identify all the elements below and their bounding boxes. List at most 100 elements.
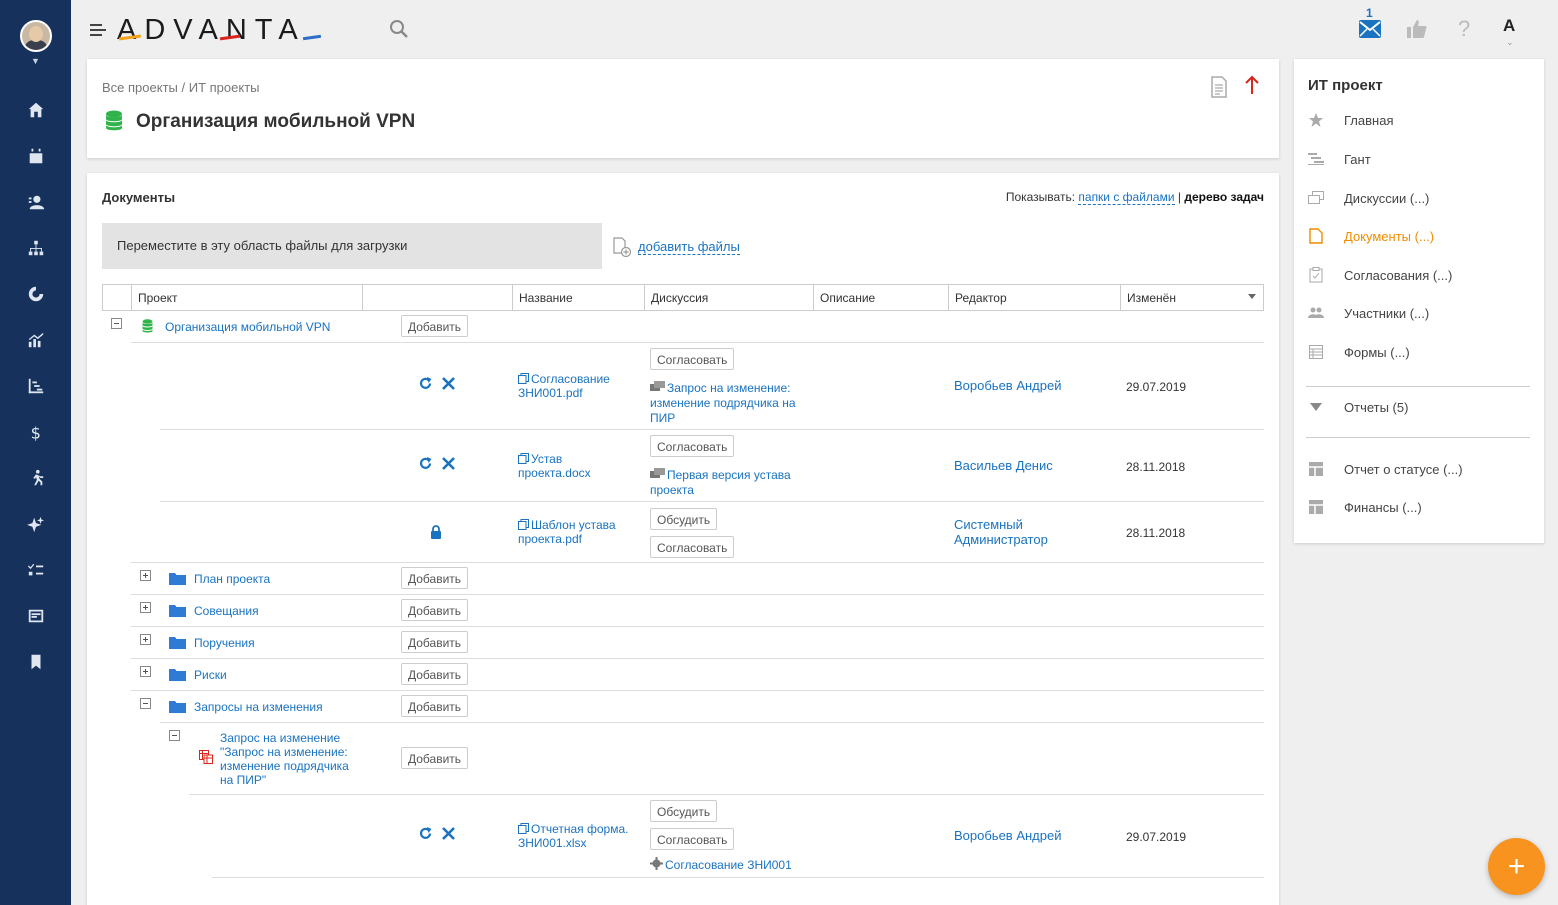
folder-link[interactable]: Риски bbox=[194, 668, 227, 682]
add-files-button[interactable]: добавить файлы bbox=[612, 237, 740, 257]
news-icon[interactable] bbox=[25, 605, 47, 627]
discuss-button[interactable]: Обсудить bbox=[650, 508, 718, 530]
arrow-up-icon[interactable] bbox=[1244, 75, 1260, 98]
expand-folder-toggle[interactable] bbox=[140, 666, 151, 677]
editor-link[interactable]: Системный Администратор bbox=[954, 517, 1094, 547]
grid-col-name[interactable]: Название bbox=[513, 285, 645, 310]
sort-caret-icon[interactable] bbox=[1248, 294, 1256, 299]
refresh-icon[interactable] bbox=[418, 376, 433, 391]
grid-col-modified[interactable]: Изменён bbox=[1121, 285, 1263, 310]
menu-item-documents[interactable]: Документы (...) bbox=[1308, 228, 1434, 244]
menu-item-reports[interactable]: Отчеты (5) bbox=[1308, 399, 1408, 415]
grid-col-discussion[interactable]: Дискуссия bbox=[645, 285, 814, 310]
menu-item-approvals[interactable]: Согласования (...) bbox=[1308, 267, 1452, 283]
delete-icon[interactable] bbox=[441, 826, 456, 841]
collapse-request-toggle[interactable] bbox=[169, 730, 180, 741]
home-icon[interactable] bbox=[25, 99, 47, 121]
add-button[interactable]: Добавить bbox=[401, 747, 469, 769]
bookmark-icon[interactable] bbox=[25, 651, 47, 673]
view-tree-link[interactable]: дерево задач bbox=[1184, 190, 1264, 204]
add-button[interactable]: Добавить bbox=[401, 599, 469, 621]
approve-button[interactable]: Согласовать bbox=[650, 828, 735, 850]
row-divider bbox=[212, 877, 1264, 878]
analytics-icon[interactable] bbox=[25, 329, 47, 351]
folder-link[interactable]: Поручения bbox=[194, 636, 255, 650]
change-request-link[interactable]: Запрос на изменение "Запрос на изменение… bbox=[220, 731, 365, 787]
delete-icon[interactable] bbox=[441, 376, 456, 391]
menu-item-participants[interactable]: Участники (...) bbox=[1308, 305, 1429, 321]
discussion-link[interactable]: Запрос на изменение: изменение подрядчик… bbox=[650, 381, 810, 426]
runner-icon[interactable] bbox=[25, 467, 47, 489]
user-avatar[interactable] bbox=[20, 20, 52, 52]
grid-col-description[interactable]: Описание bbox=[814, 285, 949, 310]
breadcrumb-it-projects[interactable]: ИТ проекты bbox=[189, 80, 260, 95]
menu-item-status-report[interactable]: Отчет о статусе (...) bbox=[1308, 461, 1463, 477]
collapse-folder-toggle[interactable] bbox=[140, 698, 151, 709]
structure-icon[interactable] bbox=[25, 237, 47, 259]
editor-link[interactable]: Воробьев Андрей bbox=[954, 378, 1062, 393]
file-link[interactable]: Отчетная форма. ЗНИ001.xlsx bbox=[518, 822, 638, 850]
contacts-icon[interactable] bbox=[25, 191, 47, 213]
refresh-icon[interactable] bbox=[418, 826, 433, 841]
folder-link[interactable]: План проекта bbox=[194, 572, 270, 586]
gantt-chart-icon[interactable] bbox=[25, 375, 47, 397]
add-button[interactable]: Добавить bbox=[401, 695, 469, 717]
file-link[interactable]: Шаблон устава проекта.pdf bbox=[518, 518, 633, 546]
add-button[interactable]: Добавить bbox=[401, 631, 469, 653]
delete-icon[interactable] bbox=[441, 456, 456, 471]
folder-link[interactable]: Совещания bbox=[194, 604, 259, 618]
search-icon[interactable] bbox=[389, 19, 409, 39]
file-link[interactable]: Согласование ЗНИ001.pdf bbox=[518, 372, 633, 400]
expand-folder-toggle[interactable] bbox=[140, 570, 151, 581]
calendar-icon[interactable] bbox=[25, 145, 47, 167]
discuss-button[interactable]: Обсудить bbox=[650, 800, 718, 822]
menu-item-gantt[interactable]: Гант bbox=[1308, 151, 1371, 167]
view-folders-link[interactable]: папки с файлами bbox=[1078, 190, 1175, 205]
grid-col-project[interactable]: Проект bbox=[132, 285, 363, 310]
menu-toggle-icon[interactable] bbox=[90, 24, 106, 36]
document-export-icon[interactable] bbox=[1210, 76, 1228, 101]
menu-item-forms[interactable]: Формы (...) bbox=[1308, 344, 1410, 360]
task-list-icon[interactable] bbox=[25, 559, 47, 581]
help-icon[interactable]: ? bbox=[1458, 16, 1470, 42]
folder-link[interactable]: Запросы на изменения bbox=[194, 700, 323, 714]
refresh-icon[interactable] bbox=[418, 456, 433, 471]
people-icon bbox=[1308, 305, 1324, 321]
menu-item-finance[interactable]: Финансы (...) bbox=[1308, 499, 1422, 515]
chevron-down-icon[interactable]: ⌄ bbox=[1506, 37, 1514, 48]
discussion-link[interactable]: Первая версия устава проекта bbox=[650, 468, 810, 498]
add-fab-button[interactable]: + bbox=[1488, 838, 1545, 895]
menu-item-label: Участники (...) bbox=[1344, 305, 1430, 321]
dollar-icon[interactable]: $ bbox=[25, 421, 47, 443]
approve-button[interactable]: Согласовать bbox=[650, 435, 735, 457]
mail-icon[interactable] bbox=[1359, 20, 1381, 38]
editor-link[interactable]: Воробьев Андрей bbox=[954, 828, 1062, 843]
gear-icon bbox=[650, 857, 663, 870]
chevron-down-icon[interactable]: ▼ bbox=[31, 56, 40, 66]
refresh-circle-icon[interactable] bbox=[25, 283, 47, 305]
breadcrumb-all-projects[interactable]: Все проекты bbox=[102, 80, 178, 95]
folder-icon bbox=[169, 701, 186, 713]
language-switch[interactable]: A bbox=[1503, 16, 1515, 36]
add-button[interactable]: Добавить bbox=[401, 315, 469, 337]
collapse-project-toggle[interactable] bbox=[111, 318, 122, 329]
add-button[interactable]: Добавить bbox=[401, 663, 469, 685]
expand-folder-toggle[interactable] bbox=[140, 634, 151, 645]
expand-folder-toggle[interactable] bbox=[140, 602, 151, 613]
editor-link[interactable]: Васильев Денис bbox=[954, 458, 1053, 473]
advanta-logo[interactable]: ADVANTA bbox=[117, 14, 322, 47]
menu-item-discussions[interactable]: Дискуссии (...) bbox=[1308, 190, 1429, 206]
approve-button[interactable]: Согласовать bbox=[650, 536, 735, 558]
file-dropzone[interactable]: Переместите в эту область файлы для загр… bbox=[102, 223, 602, 269]
view-toggle: Показывать: папки с файлами | дерево зад… bbox=[1006, 190, 1264, 205]
file-link[interactable]: Устав проекта.docx bbox=[518, 452, 633, 480]
sparkle-icon[interactable] bbox=[25, 513, 47, 535]
folder-icon bbox=[169, 669, 186, 681]
project-link[interactable]: Организация мобильной VPN bbox=[165, 320, 330, 334]
thumbs-up-icon[interactable] bbox=[1406, 19, 1428, 39]
approve-button[interactable]: Согласовать bbox=[650, 348, 735, 370]
approval-link[interactable]: Согласование ЗНИ001 bbox=[650, 857, 820, 872]
grid-col-editor[interactable]: Редактор bbox=[949, 285, 1121, 310]
add-button[interactable]: Добавить bbox=[401, 567, 469, 589]
menu-item-home[interactable]: Главная bbox=[1308, 112, 1393, 128]
